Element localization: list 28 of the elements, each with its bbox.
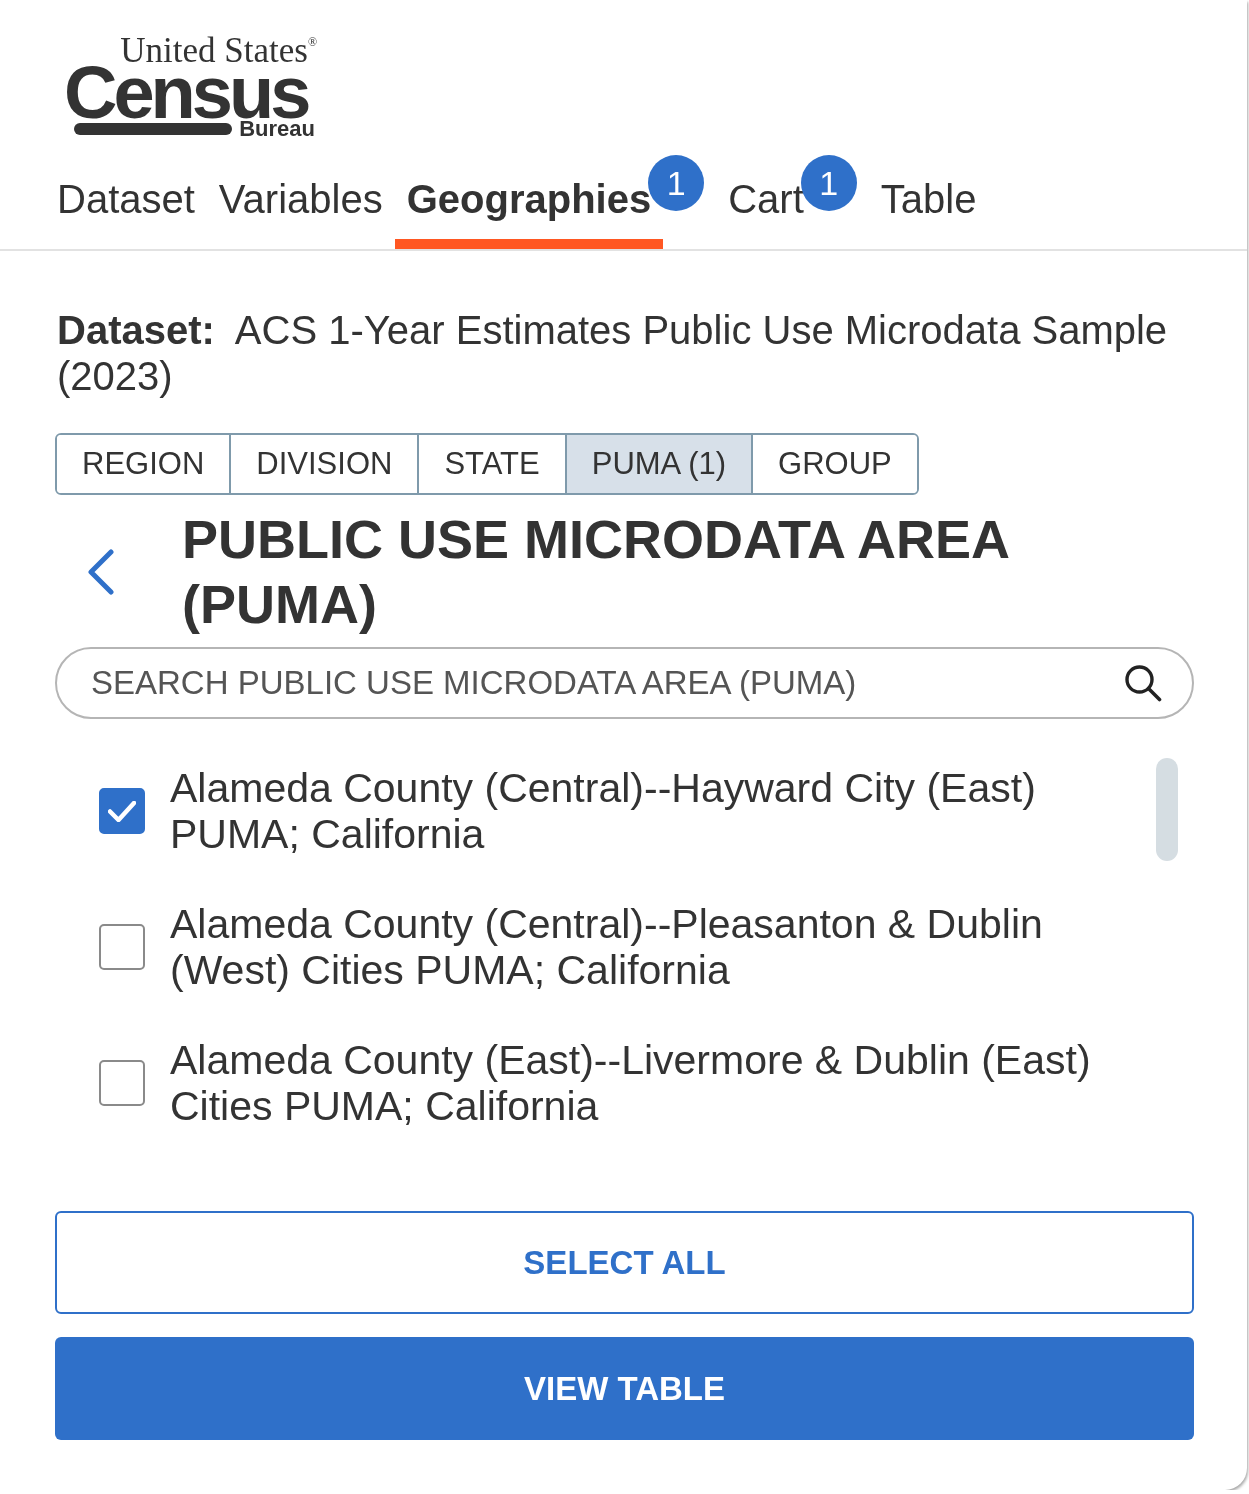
back-button[interactable] <box>86 549 114 595</box>
checkmark-icon <box>108 800 136 822</box>
search-bar[interactable]: SEARCH PUBLIC USE MICRODATA AREA (PUMA) <box>55 647 1194 719</box>
tab[interactable]: Dataset <box>45 155 207 249</box>
logo-bottom-text: Bureau <box>239 118 315 140</box>
logo-wordmark: Census <box>64 66 308 120</box>
checkbox[interactable] <box>99 788 145 834</box>
tab[interactable]: Cart 1 <box>716 155 857 249</box>
checkbox-label[interactable]: Alameda County (East)--Livermore & Dublin (East) Cities PUMA; California <box>170 1037 1135 1129</box>
chevron-left-icon <box>86 549 114 595</box>
checkbox[interactable] <box>99 1060 145 1106</box>
checkbox[interactable] <box>99 924 145 970</box>
tab[interactable]: Variables <box>206 155 395 249</box>
logo-bar-icon <box>74 123 233 135</box>
logo-top-text: United States$^{®}$ <box>120 36 317 66</box>
checkbox-label[interactable]: Alameda County (Central)--Hayward City (East) PUMA; California <box>170 765 1135 857</box>
action-button[interactable]: SELECT ALL <box>55 1211 1194 1314</box>
checkbox-label[interactable]: Alameda County (Central)--Pleasanton & Dublin (West) Cities PUMA; California <box>170 901 1135 993</box>
section-heading: PUBLIC USE MICRODATA AREA (PUMA) <box>182 508 1010 636</box>
search-icon[interactable] <box>1124 664 1162 702</box>
tab[interactable]: Table <box>868 155 989 249</box>
search-input[interactable]: SEARCH PUBLIC USE MICRODATA AREA (PUMA) <box>91 663 1124 703</box>
geography-level-tab[interactable]: PUMA (1) <box>564 435 752 493</box>
geography-level-tab[interactable]: GROUP <box>751 435 917 493</box>
dataset-description: Dataset: ACS 1-Year Estimates Public Use Microdata Sample (2023) <box>57 307 1169 399</box>
tab[interactable]: Geographies 1 <box>394 155 705 249</box>
action-button[interactable]: VIEW TABLE <box>55 1337 1194 1440</box>
scrollbar-thumb[interactable] <box>1156 758 1178 861</box>
